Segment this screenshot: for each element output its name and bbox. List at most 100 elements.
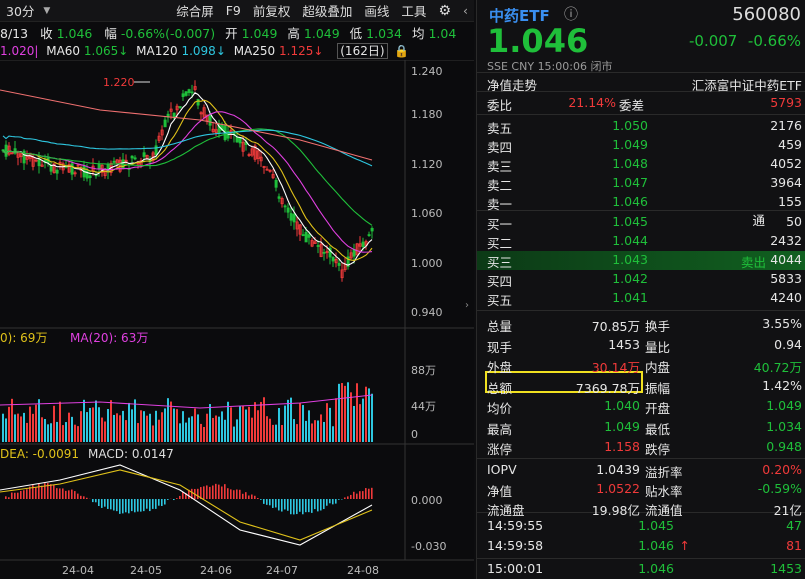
- volume-bar: [245, 409, 247, 442]
- candle: [178, 106, 182, 108]
- macd-bar: [14, 492, 16, 499]
- stat-row: 现手 1453 量比 0.94: [477, 336, 805, 355]
- weibi-row: 委比 21.14% 委差 5793: [477, 94, 805, 113]
- nav-stat-row: 流通盘 19.98亿 流通值 21亿: [477, 499, 805, 518]
- volume-bar: [86, 412, 88, 442]
- macd-bar: [113, 499, 115, 511]
- nav-stat-row: IOPV 1.0439 溢折率 0.20%: [477, 461, 805, 480]
- macd-bar: [35, 487, 37, 499]
- tick-volume: 1453: [770, 561, 802, 576]
- stat-label: 外盘: [487, 360, 513, 375]
- macd-bar: [275, 499, 277, 508]
- volume-bar: [323, 421, 325, 442]
- macd-bar: [368, 488, 370, 499]
- volume-header-ma: MA(20): 63万: [70, 331, 148, 345]
- stat-value: 0.948: [766, 439, 802, 454]
- ask-level-label: 卖三: [487, 159, 513, 174]
- toolbar-item-tools[interactable]: 工具: [395, 1, 432, 20]
- chart-panel[interactable]: 30分 ▼ 综合屏 F9 前复权 超级叠加 画线 工具 ⚙ ‹ 8/13 收 1…: [0, 0, 474, 579]
- weicha-label: 委差: [619, 98, 645, 113]
- candle: [133, 157, 137, 160]
- macd-bar: [272, 499, 274, 508]
- info-icon[interactable]: ⓘ: [564, 4, 578, 24]
- info-date: 8/13: [0, 26, 29, 41]
- price-tick: 1.000: [411, 257, 443, 270]
- tick-time: 14:59:55: [487, 518, 544, 533]
- ma-lines: [0, 89, 373, 266]
- toolbar-item-overlay[interactable]: 超级叠加: [296, 1, 358, 20]
- macd-bar: [344, 497, 346, 499]
- expand-handle-icon[interactable]: ›: [465, 300, 474, 360]
- tick-time: 15:00:01: [487, 561, 544, 576]
- bid-row: 买二 1.044 2432: [477, 232, 805, 251]
- bid-price: 1.043: [612, 252, 648, 267]
- volume-bar: [332, 426, 334, 442]
- macd-series: [0, 464, 373, 546]
- toolbar-item-adjust[interactable]: 前复权: [247, 1, 297, 20]
- volume-bar: [320, 414, 322, 442]
- volume-bar: [326, 403, 328, 442]
- volume-bar: [170, 401, 172, 442]
- volume-bar: [68, 412, 70, 442]
- open-value: 1.049: [241, 26, 278, 41]
- macd-bar: [317, 499, 319, 512]
- volume-bar: [275, 424, 277, 442]
- volume-bar: [2, 413, 4, 442]
- macd-bar: [290, 499, 292, 515]
- lock-icon[interactable]: 🔒: [394, 44, 409, 58]
- candle: [142, 152, 146, 157]
- date-tick: 24-08: [347, 564, 379, 577]
- volume-header-a: 0): 69万: [0, 331, 47, 345]
- toolbar-item-draw[interactable]: 画线: [358, 1, 395, 20]
- volume-bar: [257, 410, 259, 442]
- macd-bar: [242, 493, 244, 499]
- macd-bar: [167, 499, 169, 500]
- macd-bar: [131, 499, 133, 512]
- volume-bar: [56, 421, 58, 442]
- change-label: 幅: [104, 26, 117, 41]
- volume-bar: [8, 406, 10, 442]
- date-tick: 24-06: [200, 564, 232, 577]
- volume-bar: [212, 417, 214, 442]
- collapse-icon[interactable]: ‹: [457, 3, 474, 18]
- candle: [352, 249, 356, 257]
- nav-trend-label[interactable]: 净值走势: [487, 75, 537, 94]
- bid-volume: 5833: [770, 271, 802, 286]
- avg-label: 均: [411, 26, 425, 41]
- volume-bar: [308, 410, 310, 442]
- macd-bar: [101, 499, 103, 508]
- volume-bar: [80, 411, 82, 442]
- period-dropdown-icon[interactable]: ▼: [40, 6, 53, 16]
- chart-canvas[interactable]: 1.220 1.240 1.180 1.120 1.060 1.000 0.94…: [0, 60, 474, 579]
- macd-bar: [116, 499, 118, 512]
- volume-tick: 88万: [411, 364, 436, 377]
- nav-row[interactable]: 净值走势 汇添富中证中药ETF: [477, 72, 805, 94]
- volume-bar: [230, 407, 232, 442]
- toolbar-item-f9[interactable]: F9: [220, 3, 247, 18]
- ask-row: 卖四 1.049 459: [477, 136, 805, 155]
- period-selector[interactable]: 30分: [0, 1, 40, 20]
- volume-bar: [203, 426, 205, 442]
- tick-row: 15:00:01 1.046 1453: [477, 560, 805, 579]
- volume-bar: [236, 419, 238, 442]
- candle: [97, 163, 101, 170]
- volume-bar: [119, 415, 121, 442]
- volume-bar: [356, 383, 358, 442]
- volume-bar: [251, 417, 253, 442]
- price-change-pct: -0.66%: [747, 32, 801, 50]
- date-tick: 24-05: [130, 564, 162, 577]
- toolbar-item-composite[interactable]: 综合屏: [170, 1, 220, 20]
- macd-bar: [92, 499, 94, 503]
- gear-icon[interactable]: ⚙: [432, 3, 457, 19]
- volume-bar: [278, 408, 280, 442]
- macd-bar: [326, 499, 328, 506]
- stat-label: 均价: [487, 401, 513, 416]
- volume-bar: [341, 383, 343, 442]
- volume-bar: [35, 404, 37, 442]
- day-count[interactable]: (162日): [337, 43, 388, 59]
- macd-bar: [53, 484, 55, 499]
- ma120-label: MA120: [136, 44, 178, 58]
- volume-bar: [287, 399, 289, 442]
- candle: [4, 144, 8, 157]
- macd-bar: [296, 499, 298, 515]
